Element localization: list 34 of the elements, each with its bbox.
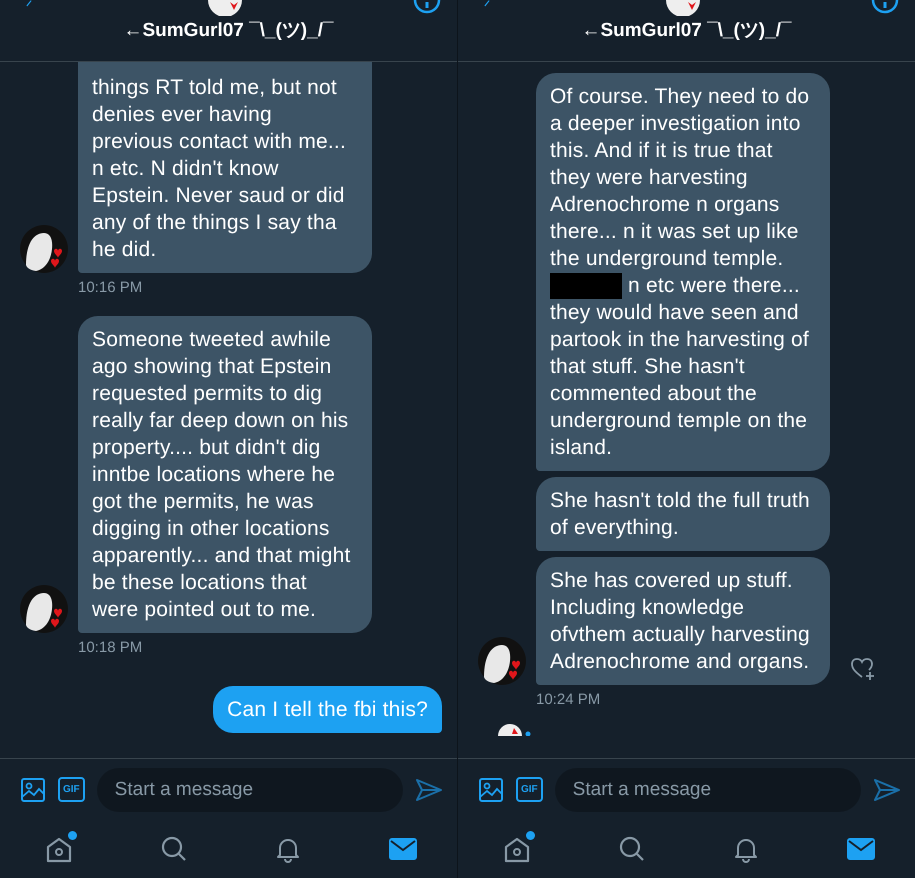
home-icon[interactable] [45,835,73,863]
info-icon[interactable] [871,0,899,16]
gif-button[interactable]: GIF [58,777,85,802]
mail-icon[interactable] [388,837,417,861]
avatar[interactable] [20,585,68,633]
gif-button[interactable]: GIF [516,777,543,802]
message-input[interactable]: Start a message [554,768,861,812]
heart-plus-icon[interactable] [850,657,876,682]
send-icon[interactable] [873,778,901,802]
message-bubble: Of course. They need to do a deeper investigation into this. And if it is true that they were harvesting Adrenochrome n organs there... n it was set up like the underground temple. n etc were there... they would have seen and partook in the harvesting of that stuff. She hasn't commented about the underground temple on the island. [536,73,830,472]
mail-icon[interactable] [846,837,875,861]
image-icon[interactable] [478,776,504,802]
message-bubble: She hasn't told the full truth of everything. [536,477,830,552]
search-icon[interactable] [618,835,646,863]
home-icon[interactable] [503,835,531,863]
avatar-icon[interactable] [208,0,242,16]
send-icon[interactable] [415,778,443,802]
image-icon[interactable] [20,776,46,802]
avatar[interactable] [478,637,526,686]
redaction-bar [550,273,622,300]
search-icon[interactable] [160,835,188,863]
message-bubble: She has covered up stuff. Including knowledge ofvthem actually harvesting Adrenochrome and organs. [536,557,830,686]
avatar[interactable] [20,225,68,273]
conversation-title: ←SumGurl07 ¯\_(ツ)_/¯ [580,19,793,43]
message-bubble: Can I tell the fbi this? [213,686,442,733]
message-time: 10:24 PM [535,691,602,708]
avatar-icon[interactable] [666,0,700,16]
message-bubble: things RT told me, but not denies ever having previous contact with me... n etc. N didn't know Epstein. Never saud or did any of the things I say tha he did. [78,62,372,273]
conversation-title: ←SumGurl07 ¯\_(ツ)_/¯ [122,19,335,43]
info-icon[interactable] [413,0,441,16]
message-time: 10:16 PM [77,279,144,296]
message-time: 10:18 PM [77,639,144,656]
message-bubble: Someone tweeted awhile ago showing that Epstein requested permits to dig really far deep down on his property.... but didn't dig inntbe locations where he got the permits, he was digging in other locations apparently... and that might be these locations that were pointed out to me. [78,316,372,633]
message-input[interactable]: Start a message [96,768,403,812]
